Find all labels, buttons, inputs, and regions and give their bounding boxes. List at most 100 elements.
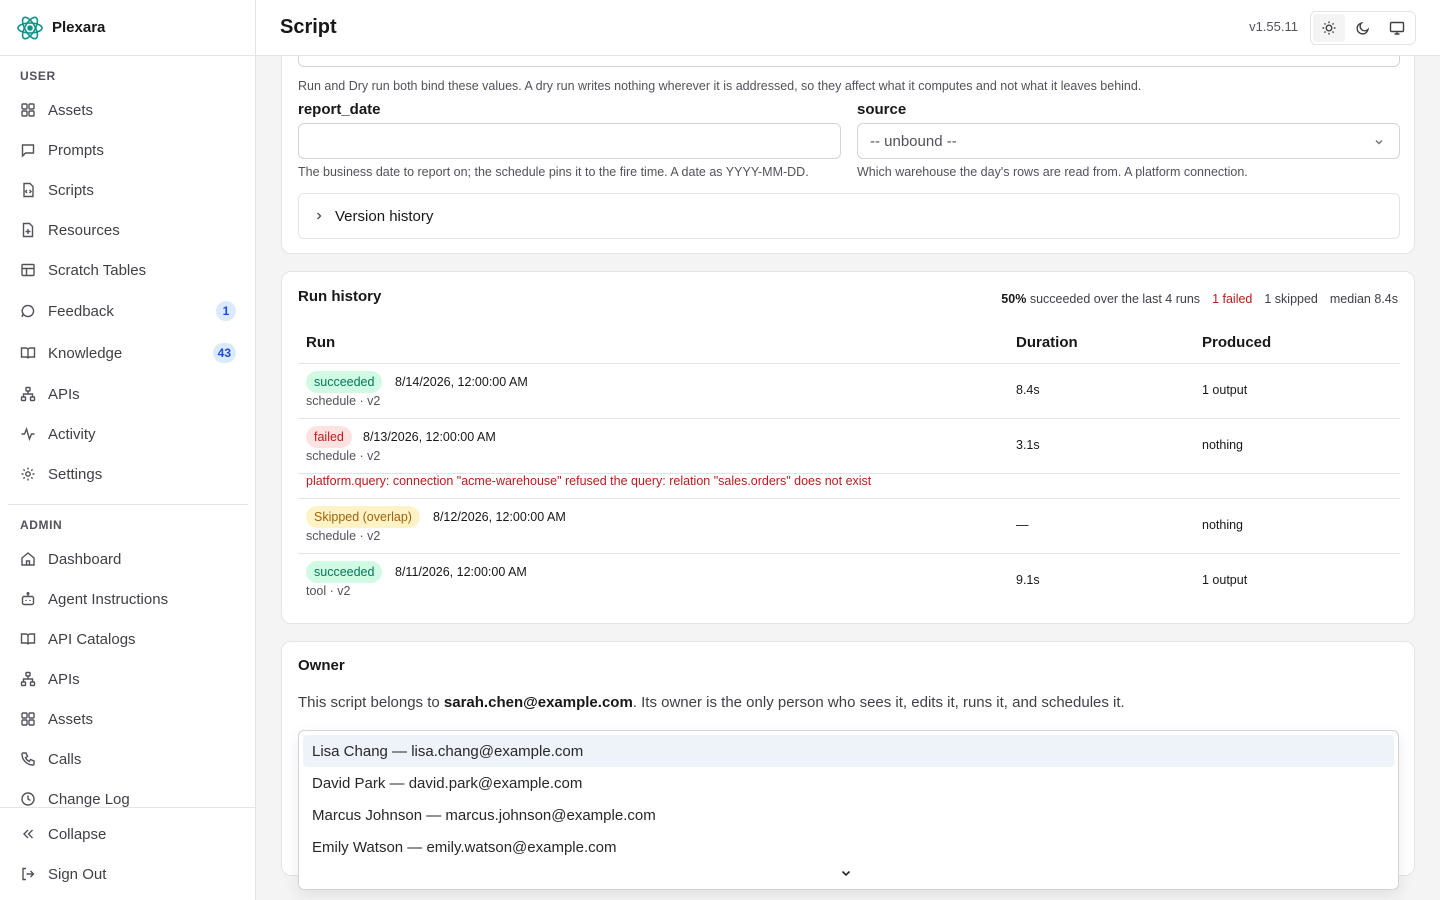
sidebar-item-label: Knowledge <box>48 344 123 362</box>
admin-section-label: ADMIN <box>20 518 63 532</box>
sign-out-label: Sign Out <box>48 865 107 883</box>
atom-logo-icon <box>17 16 43 39</box>
status-badge: succeeded <box>306 371 383 393</box>
sun-icon <box>1322 21 1336 35</box>
phone-icon <box>20 751 36 767</box>
gear-icon <box>20 466 36 482</box>
monitor-icon <box>1389 21 1405 35</box>
grid-icon <box>20 102 36 118</box>
sidebar-divider <box>8 504 248 505</box>
system-theme-button[interactable] <box>1381 14 1413 42</box>
run-duration: — <box>1016 518 1029 532</box>
sidebar-item-label: Settings <box>48 465 103 483</box>
table-icon <box>20 262 36 278</box>
file-plus-icon <box>20 222 36 238</box>
file-code-icon <box>20 182 36 198</box>
column-header-run: Run <box>306 334 336 351</box>
version-history-label: Version history <box>335 207 434 225</box>
run-date: 8/13/2026, 12:00:00 AM <box>363 430 496 444</box>
chevron-right-icon <box>313 210 325 222</box>
sidebar-item-label: Activity <box>48 425 96 443</box>
owner-select-dropdown[interactable]: Lisa Chang — lisa.chang@example.com Davi… <box>298 730 1399 890</box>
sidebar-item-knowledge[interactable]: Knowledge 43 <box>8 335 248 371</box>
status-badge: succeeded <box>306 561 383 583</box>
grid-icon <box>20 711 36 727</box>
dropdown-option[interactable]: Emily Watson — emily.watson@example.com <box>303 831 1394 863</box>
count-badge: 43 <box>212 343 236 363</box>
sidebar-item-label: Scripts <box>48 181 94 199</box>
brand[interactable]: Plexara <box>0 0 255 56</box>
sidebar-footer: Collapse Sign Out <box>0 807 255 900</box>
source-select[interactable]: -- unbound -- <box>857 123 1400 159</box>
sidebar-item-admin-assets[interactable]: Assets <box>8 701 248 737</box>
sidebar: Plexara USER Assets Prompts Scripts Reso… <box>0 0 256 900</box>
sidebar-item-assets[interactable]: Assets <box>8 92 248 128</box>
scroll-down-chevron-icon[interactable] <box>839 866 853 883</box>
dropdown-option[interactable]: David Park — david.park@example.com <box>303 767 1394 799</box>
network-icon <box>20 671 36 687</box>
sidebar-item-activity[interactable]: Activity <box>8 416 248 452</box>
run-meta: schedule · v2 <box>306 529 381 543</box>
collapse-label: Collapse <box>48 825 107 843</box>
sidebar-item-admin-apis[interactable]: APIs <box>8 661 248 697</box>
version-label: v1.55.11 <box>1249 19 1298 34</box>
status-badge: failed <box>306 426 352 448</box>
status-badge: Skipped (overlap) <box>306 506 420 528</box>
sidebar-item-calls[interactable]: Calls <box>8 741 248 777</box>
run-duration: 9.1s <box>1016 573 1040 587</box>
light-theme-button[interactable] <box>1313 14 1345 42</box>
chevrons-left-icon <box>20 826 36 842</box>
run-duration: 8.4s <box>1016 383 1040 397</box>
sidebar-item-label: Change Log <box>48 790 130 808</box>
report-date-label: report_date <box>298 101 381 118</box>
sidebar-item-apis[interactable]: APIs <box>8 376 248 412</box>
table-divider <box>298 363 1400 364</box>
top-header: Script v1.55.11 <box>256 0 1440 56</box>
sidebar-item-resources[interactable]: Resources <box>8 212 248 248</box>
dark-theme-button[interactable] <box>1347 14 1379 42</box>
sidebar-item-agent-instructions[interactable]: Agent Instructions <box>8 581 248 617</box>
sidebar-item-scratch-tables[interactable]: Scratch Tables <box>8 252 248 288</box>
sidebar-item-label: Feedback <box>48 302 114 320</box>
run-produced: nothing <box>1202 518 1244 532</box>
dropdown-option[interactable]: Lisa Chang — lisa.chang@example.com <box>303 735 1394 767</box>
collapse-button[interactable]: Collapse <box>8 816 248 852</box>
sidebar-item-scripts[interactable]: Scripts <box>8 172 248 208</box>
version-history-toggle[interactable]: Version history <box>298 193 1400 239</box>
sidebar-item-label: Resources <box>48 221 120 239</box>
sidebar-item-feedback[interactable]: Feedback 1 <box>8 293 248 329</box>
log-out-icon <box>20 866 36 882</box>
run-meta: schedule · v2 <box>306 394 381 408</box>
theme-switcher <box>1310 11 1416 45</box>
home-icon <box>20 551 36 567</box>
run-produced: nothing <box>1202 438 1244 452</box>
sidebar-item-dashboard[interactable]: Dashboard <box>8 541 248 577</box>
bot-icon <box>20 591 36 607</box>
run-stats: 50% succeeded over the last 4 runs 1 fai… <box>1001 292 1398 306</box>
parameters-intro: Run and Dry run both bind these values. … <box>298 79 1142 93</box>
report-date-input[interactable] <box>298 123 841 159</box>
sidebar-item-prompts[interactable]: Prompts <box>8 132 248 168</box>
sidebar-item-settings[interactable]: Settings <box>8 456 248 492</box>
clock-icon <box>20 791 36 807</box>
run-date: 8/12/2026, 12:00:00 AM <box>433 510 566 524</box>
sign-out-button[interactable]: Sign Out <box>8 856 248 892</box>
success-rate: 50% succeeded over the last 4 runs <box>1001 292 1201 306</box>
chevron-down-icon <box>1373 135 1385 152</box>
user-section-label: USER <box>20 69 56 83</box>
sidebar-item-api-catalogs[interactable]: API Catalogs <box>8 621 248 657</box>
run-history-card: Run history 50% succeeded over the last … <box>281 271 1415 624</box>
run-produced: 1 output <box>1202 573 1248 587</box>
sidebar-item-label: Assets <box>48 710 94 728</box>
count-badge: 1 <box>216 301 236 321</box>
page-title: Script <box>280 16 337 38</box>
sidebar-item-label: APIs <box>48 385 80 403</box>
run-duration: 3.1s <box>1016 438 1040 452</box>
message-square-icon <box>20 142 36 158</box>
sidebar-item-label: APIs <box>48 670 80 688</box>
sidebar-item-label: Assets <box>48 101 94 119</box>
median-duration: median 8.4s <box>1329 292 1398 306</box>
dropdown-option[interactable]: Marcus Johnson — marcus.johnson@example.… <box>303 799 1394 831</box>
table-divider <box>298 418 1400 419</box>
source-label: source <box>857 101 907 118</box>
